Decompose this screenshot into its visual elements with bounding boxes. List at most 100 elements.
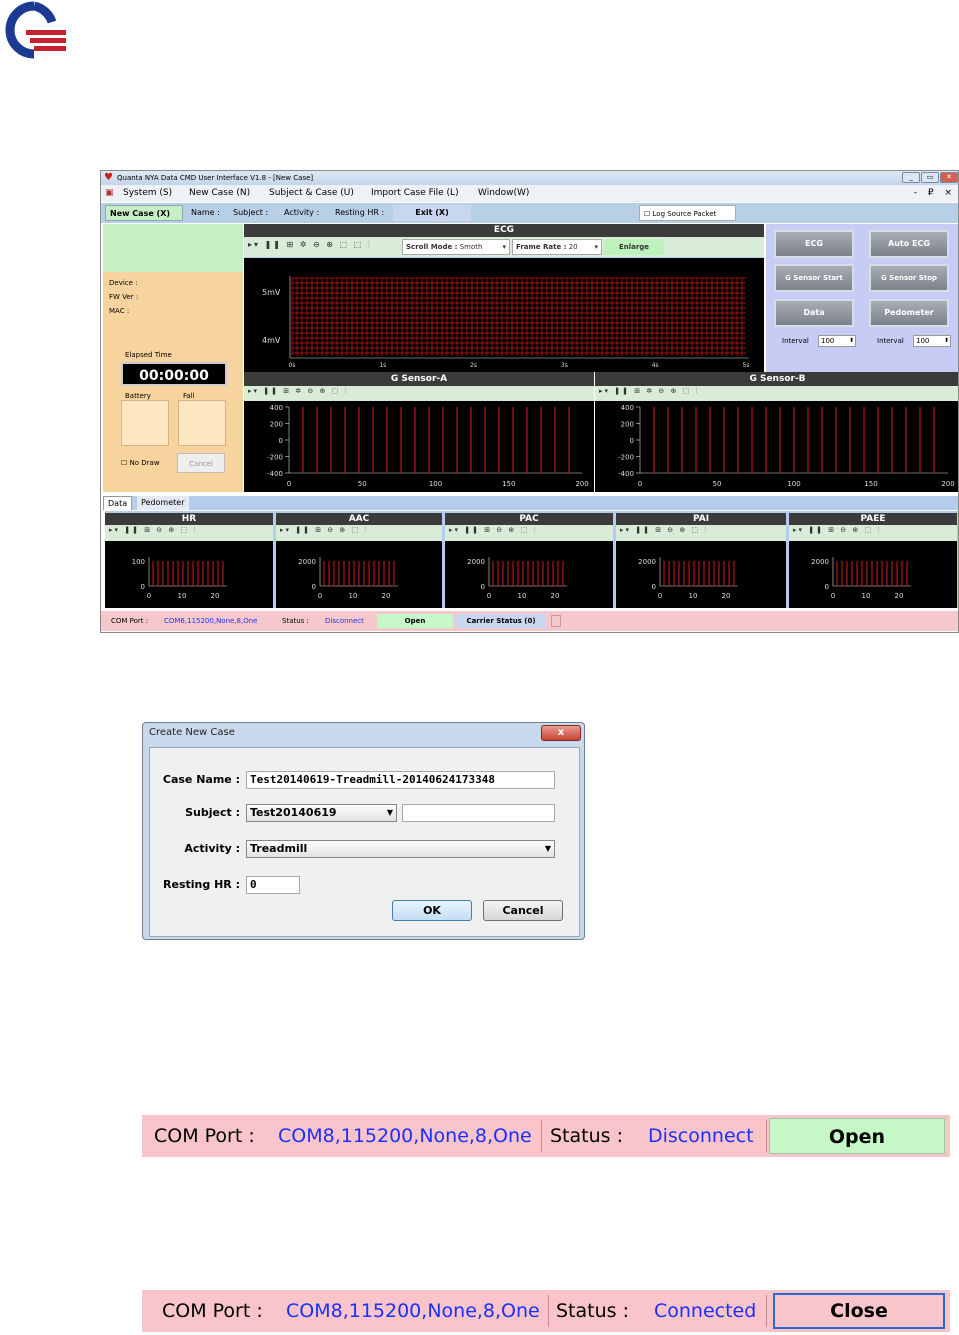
no-draw-checkbox[interactable]: ☐ No Draw [121, 459, 160, 467]
status-value: Connected [654, 1300, 757, 1322]
dropdown-arrow-icon: ▾ [594, 243, 598, 251]
ecg-x-tick: 3s [561, 362, 568, 369]
ecg-plot: 5mV 4mV 0s 1s 2s 3s 4s 5s [244, 258, 764, 372]
subject-extra-input[interactable] [402, 804, 555, 822]
mini-chart-pac: PAC ▸▾ ❚❚ ⊞ ⊖ ⊕ ⬚ ⫶ 2000 0 0 10 20 [445, 511, 613, 608]
menu-window[interactable]: Window(W) [478, 185, 529, 202]
tab-data[interactable]: Data [103, 496, 133, 510]
y-tick-label: 0 [312, 583, 316, 591]
pedometer-button[interactable]: Pedometer [869, 299, 949, 327]
menu-import-case-file[interactable]: Import Case File (L) [371, 185, 459, 202]
g-sensor-b-panel: G Sensor-B ▸▾ ❚❚ ⊞ ✲ ⊖ ⊕ ⬚ ⫶ 400 200 0 -200… [595, 372, 958, 492]
new-case-button[interactable]: New Case (X) [105, 205, 183, 221]
x-tick-label: 10 [178, 592, 187, 600]
mini-chart-toolbar: ▸▾ ❚❚ ⊞ ⊖ ⊕ ⬚ ⫶ [105, 525, 273, 541]
case-name-label: Case Name : [162, 773, 240, 786]
g-sensor-start-button[interactable]: G Sensor Start [774, 264, 854, 292]
close-window-button[interactable]: ✕ [940, 172, 958, 183]
com-port-value: COM8,115200,None,8,One [286, 1300, 540, 1322]
carrier-status-button[interactable]: Carrier Status (0) [456, 614, 546, 628]
cancel-button[interactable]: Cancel [483, 900, 563, 921]
status-label: Status : [550, 1125, 623, 1147]
log-source-checkbox[interactable]: ☐ Log Source Packet [639, 205, 736, 221]
x-tick-label: 10 [518, 592, 527, 600]
chart-tool-icons[interactable]: ▸▾ ❚❚ ⊞ ⊖ ⊕ ⬚ ⫶ [109, 526, 197, 535]
activity-select[interactable]: Treadmill ▼ [246, 840, 555, 858]
chart-tool-icons[interactable]: ▸▾ ❚❚ ⊞ ⊖ ⊕ ⬚ ⫶ [793, 526, 881, 535]
g-sensor-stop-button[interactable]: G Sensor Stop [869, 264, 949, 292]
y-tick-label: 2000 [811, 558, 829, 566]
dialog-title: Create New Case [149, 727, 235, 738]
data-button[interactable]: Data [774, 299, 854, 327]
ecg-panel: ECG ▸▾ ❚❚ ⊞ ✲ ⊖ ⊕ ⬚ ⬚ ⫶ Scroll Mode : Sm… [244, 224, 764, 372]
app-heart-icon: ♥ [104, 172, 113, 183]
ok-button[interactable]: OK [392, 900, 472, 921]
title-bar: ♥ Quanta NYA Data CMD User Interface V1.… [101, 171, 958, 185]
ecg-x-tick: 1s [379, 362, 386, 369]
elapsed-time-label: Elapsed Time [125, 351, 172, 359]
close-button[interactable]: Close [773, 1293, 945, 1329]
interval-value: 100 [821, 337, 835, 345]
auto-ecg-button[interactable]: Auto ECG [869, 230, 949, 258]
exit-button[interactable]: Exit (X) [393, 205, 471, 221]
dialog-close-button[interactable]: x [541, 725, 581, 741]
menu-new-case[interactable]: New Case (N) [189, 185, 250, 202]
scroll-mode-select[interactable]: Scroll Mode : Smoth ▾ [402, 239, 510, 255]
create-new-case-dialog: Create New Case x Case Name : Test201406… [142, 722, 585, 940]
case-name-input[interactable]: Test20140619-Treadmill-20140624173348 [246, 771, 555, 789]
mdi-controls[interactable]: - ₽ × [914, 185, 956, 202]
app-menu-icon[interactable]: ▣ [105, 185, 114, 202]
y-tick-label: 2000 [298, 558, 316, 566]
g-sensor-a-plot: 400 200 0 -200 -400 0 50 100 150 200 [244, 401, 594, 492]
chart-tool-icons[interactable]: ▸▾ ❚❚ ⊞ ✲ ⊖ ⊕ ⬚ ⫶ [599, 387, 699, 396]
subject-select[interactable]: Test20140619 ▼ [246, 804, 397, 822]
maximize-button[interactable]: ▭ [921, 172, 939, 183]
chart-tool-icons[interactable]: ▸▾ ❚❚ ⊞ ⊖ ⊕ ⬚ ⫶ [449, 526, 537, 535]
y-tick-label: 400 [270, 404, 283, 412]
ecg-grid [291, 277, 746, 356]
interval-spinner[interactable]: 100 ⬍ [818, 335, 856, 347]
device-status-area [103, 224, 243, 272]
chart-tool-icons[interactable]: ▸▾ ❚❚ ⊞ ⊖ ⊕ ⬚ ⫶ [280, 526, 368, 535]
status-value: Disconnect [325, 617, 364, 625]
scroll-mode-label: Scroll Mode : [406, 243, 458, 251]
menu-subject-case[interactable]: Subject & Case (U) [269, 185, 354, 202]
y-tick-label: 200 [621, 421, 634, 429]
dropdown-arrow-icon: ▾ [502, 243, 506, 251]
device-label: Device : [109, 279, 138, 287]
activity-label: Activity : [284, 208, 320, 217]
x-tick-label: 200 [941, 480, 954, 488]
resting-hr-label: Resting HR : [163, 878, 240, 891]
device-panel: Device : FW Ver : MAC : Elapsed Time 00:… [103, 224, 243, 492]
com-port-label: COM Port : [111, 617, 149, 625]
com-port-value: COM8,115200,None,8,One [278, 1125, 532, 1147]
mac-label: MAC : [109, 307, 130, 315]
frame-rate-select[interactable]: Frame Rate : 20 ▾ [512, 239, 602, 255]
mini-chart-plot: 2000 0 0 10 20 [789, 541, 957, 608]
enlarge-button[interactable]: Enlarge [604, 239, 664, 255]
tab-pedometer[interactable]: Pedometer [137, 496, 189, 510]
open-button[interactable]: Open [769, 1118, 945, 1154]
chart-tool-icons[interactable]: ▸▾ ❚❚ ⊞ ✲ ⊖ ⊕ ⬚ ⬚ ⫶ [248, 240, 372, 250]
spinner-arrows-icon[interactable]: ⬍ [849, 336, 854, 346]
chart-tool-icons[interactable]: ▸▾ ❚❚ ⊞ ⊖ ⊕ ⬚ ⫶ [620, 526, 708, 535]
menu-system[interactable]: System (S) [123, 185, 172, 202]
cancel-button[interactable]: Cancel [177, 453, 225, 473]
open-button[interactable]: Open [377, 614, 453, 628]
y-tick-label: 0 [481, 583, 485, 591]
subject-value: Test20140619 [250, 806, 337, 819]
x-tick-label: 10 [862, 592, 871, 600]
ecg-button[interactable]: ECG [774, 230, 854, 258]
mini-chart-toolbar: ▸▾ ❚❚ ⊞ ⊖ ⊕ ⬚ ⫶ [276, 525, 442, 541]
x-tick-label: 50 [358, 480, 367, 488]
chart-tool-icons[interactable]: ▸▾ ❚❚ ⊞ ✲ ⊖ ⊕ ⬚ ⫶ [248, 387, 348, 396]
interval-spinner[interactable]: 100 ⬍ [913, 335, 951, 347]
spinner-arrows-icon[interactable]: ⬍ [944, 336, 949, 346]
y-tick-label: 2000 [467, 558, 485, 566]
frame-rate-label: Frame Rate : [516, 243, 567, 251]
mini-chart-title: HR [105, 513, 273, 525]
x-tick-label: 10 [689, 592, 698, 600]
minimize-button[interactable]: _ [902, 172, 920, 183]
resting-hr-input[interactable]: 0 [246, 876, 300, 894]
g-sensor-b-toolbar: ▸▾ ❚❚ ⊞ ✲ ⊖ ⊕ ⬚ ⫶ [595, 386, 958, 401]
